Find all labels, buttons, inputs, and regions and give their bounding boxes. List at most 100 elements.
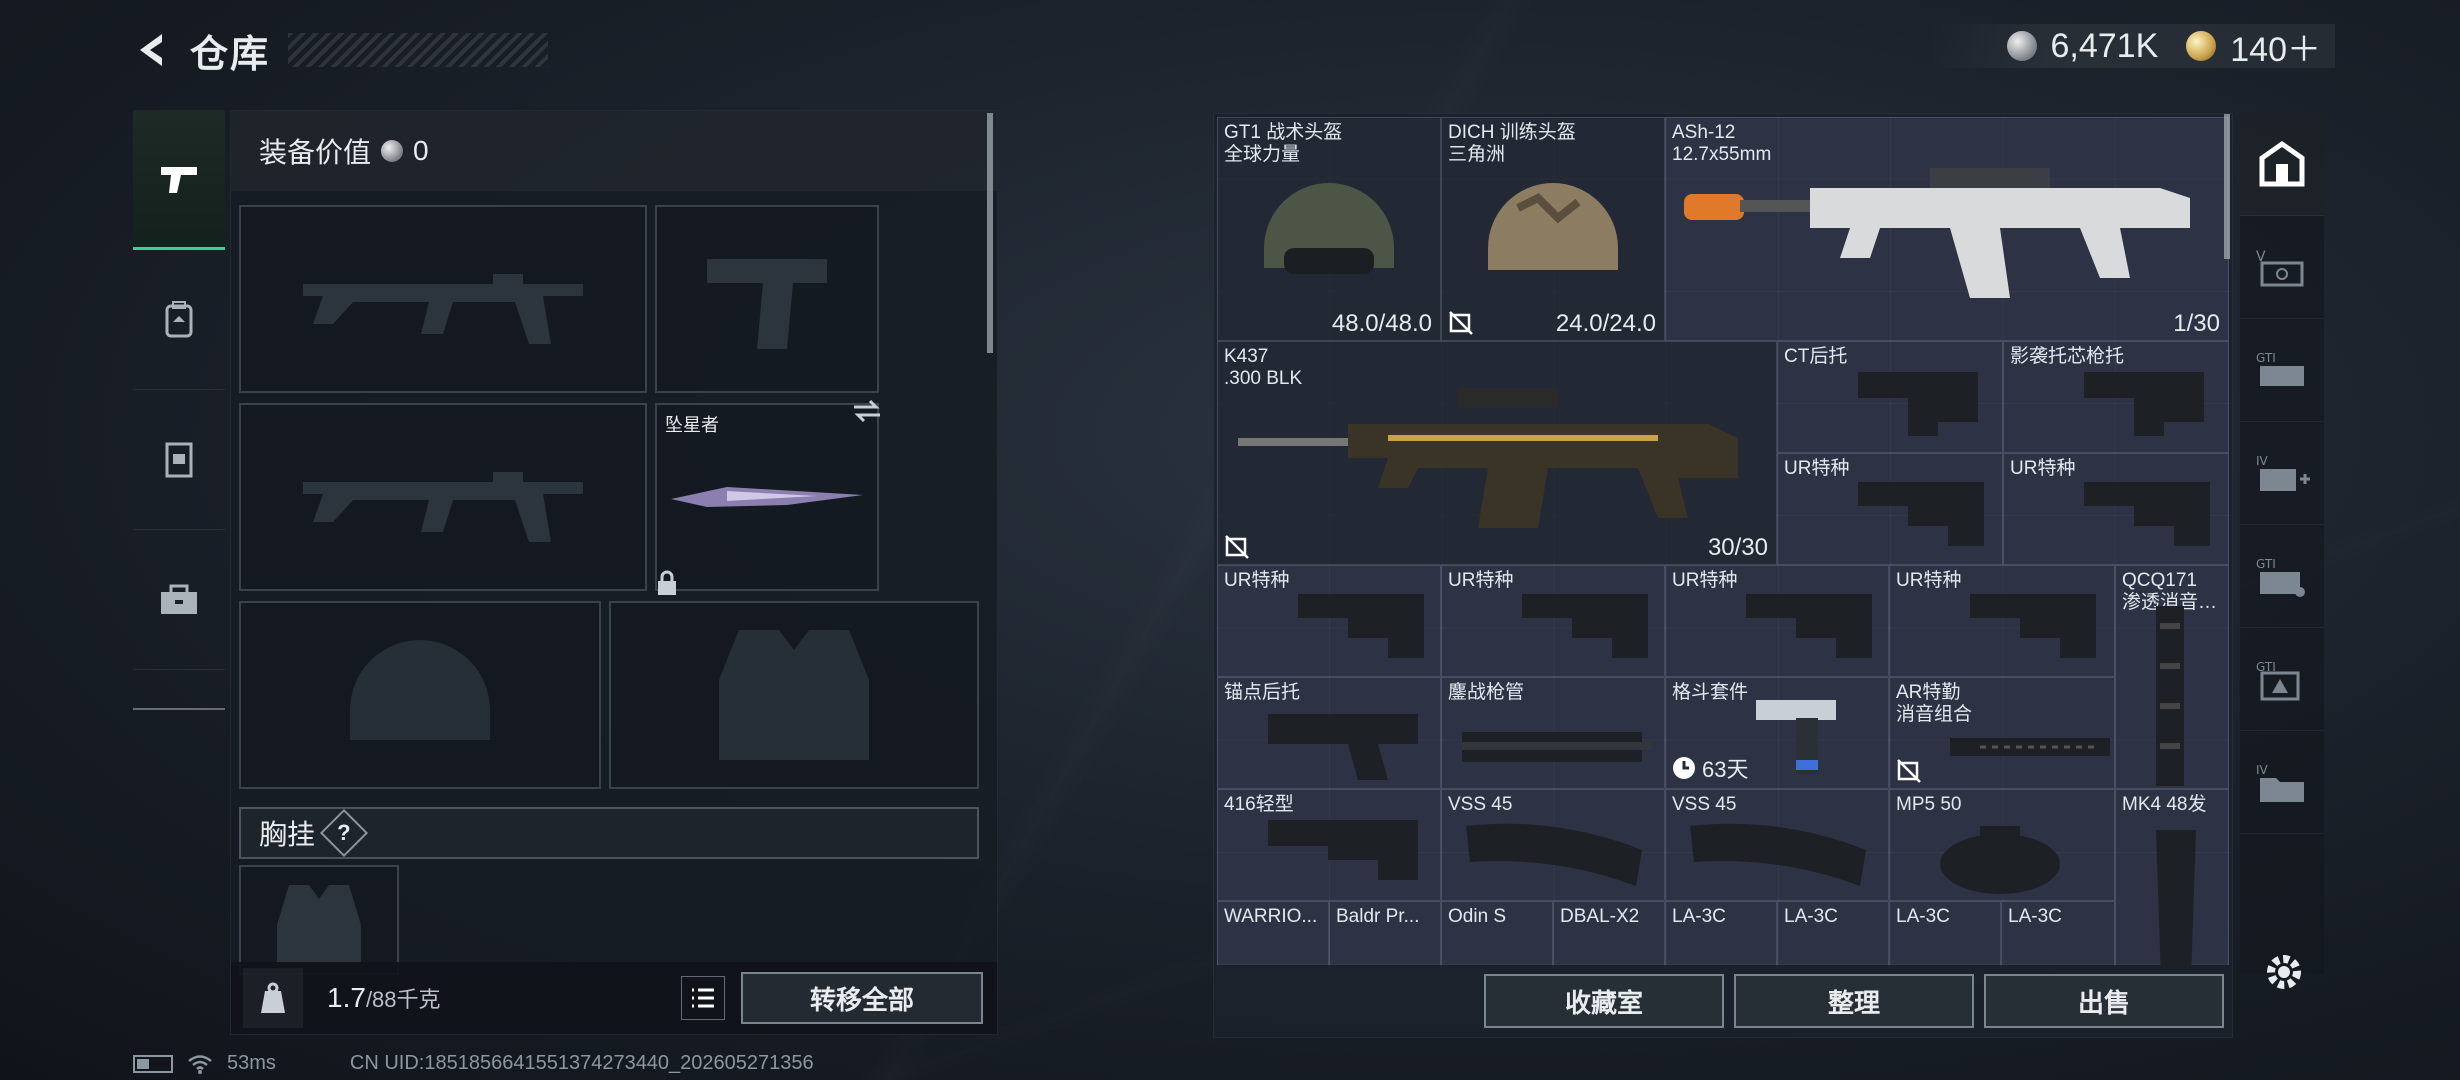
equipment-side-nav <box>133 110 225 710</box>
stock-art-icon <box>1268 714 1418 780</box>
magazine-art-icon <box>1690 823 1866 886</box>
stash-item-ur-stock[interactable]: UR特种 <box>1441 565 1665 677</box>
stash-item-ur-stock[interactable]: UR特种 <box>1777 453 2003 565</box>
weapons-tab[interactable] <box>133 110 225 250</box>
back-arrow-icon[interactable] <box>130 28 174 72</box>
stash-item-ur-stock[interactable]: UR特种 <box>1889 565 2115 677</box>
stash-item-vss-mag[interactable]: VSS 45 <box>1441 789 1665 901</box>
stash-item-416-light[interactable]: 416轻型 <box>1217 789 1441 901</box>
backpack-tab[interactable] <box>133 250 225 390</box>
stash-item-la-3c[interactable]: LA-3C <box>2001 901 2115 965</box>
sell-button[interactable]: 出售 <box>1984 974 2224 1028</box>
organize-button[interactable]: 整理 <box>1734 974 1974 1028</box>
grip-art-icon <box>1756 700 1836 774</box>
stash-home-tab[interactable] <box>2240 113 2324 216</box>
chest-rig-label: 胸挂 <box>259 819 316 850</box>
gold-amount[interactable]: 140＋ <box>2230 22 2321 71</box>
stash-item-la-3c[interactable]: LA-3C <box>1665 901 1777 965</box>
magazine-art-icon <box>1466 823 1642 886</box>
stash-item-ash12[interactable]: ASh-12 12.7x55mm 1/30 <box>1665 117 2229 341</box>
stash-item-la-3c[interactable]: LA-3C <box>1777 901 1889 965</box>
stash-item-ct-stock[interactable]: CT后托 <box>1777 341 2003 453</box>
chest-rig-slot[interactable] <box>239 865 399 975</box>
stash-item-anchor-stock[interactable]: 锚点后托 <box>1217 677 1441 789</box>
rifle-art-icon <box>1684 168 2190 298</box>
battery-icon <box>133 1054 173 1073</box>
stock-art-icon <box>1746 594 1872 658</box>
stash-grid: GT1 战术头盔 全球力量 48.0/48.0 DICH 训练头盔 三角洲 24.0… <box>1217 117 2229 965</box>
header: 仓库 <box>130 22 549 78</box>
stash-item-dbal-x2[interactable]: DBAL-X2 <box>1553 901 1665 965</box>
stock-art-icon <box>1522 594 1648 658</box>
gt1-armor-icon: GTI <box>2256 660 2300 701</box>
stash-category-tabs: V GTI IV GTI GTI IV <box>2240 113 2324 973</box>
chest-rig-silhouette-icon <box>277 885 361 965</box>
rifle-art-icon <box>1238 388 1738 528</box>
stash-item-vss-mag[interactable]: VSS 45 <box>1665 789 1889 901</box>
status-bar: 53ms CN UID:1851856641551374273440_20260… <box>133 1052 814 1075</box>
stock-art-icon <box>1268 820 1418 880</box>
stash-item-dich-helmet[interactable]: DICH 训练头盔 三角洲 24.0/24.0 <box>1441 117 1665 341</box>
rifle-silhouette-icon <box>303 472 583 542</box>
stash-item-melee-kit[interactable]: 格斗套件 63天 <box>1665 677 1889 789</box>
helmet-slot[interactable] <box>239 601 601 789</box>
svg-text:GTI: GTI <box>2256 351 2276 365</box>
stash-item-la-3c[interactable]: LA-3C <box>1889 901 2001 965</box>
knife-icon <box>671 487 863 507</box>
stash-item-mk4-mag[interactable]: MK4 48发 <box>2115 789 2229 965</box>
stash-item-warrior[interactable]: WARRIO... <box>1217 901 1329 965</box>
stock-art-icon <box>1858 372 1978 436</box>
helmet-art-icon <box>1264 183 1394 274</box>
vest-silhouette-icon <box>719 630 869 760</box>
barrel-art-icon <box>1462 732 1652 762</box>
page-title: 仓库 <box>190 33 271 76</box>
settings-gear-icon[interactable] <box>2262 950 2306 999</box>
primary-weapon-slot[interactable] <box>239 205 647 393</box>
iv-folder-tab[interactable]: IV <box>2240 731 2324 834</box>
stash-item-ur-stock[interactable]: UR特种 <box>1665 565 1889 677</box>
no-trade-icon <box>1896 758 1922 784</box>
secondary-weapon-slot[interactable] <box>239 403 647 591</box>
stash-item-gt1-helmet[interactable]: GT1 战术头盔 全球力量 48.0/48.0 <box>1217 117 1441 341</box>
iv-medical-tab[interactable]: IV <box>2240 422 2324 525</box>
stash-item-mp5-drum[interactable]: MP5 50 <box>1889 789 2115 901</box>
equipment-footer: 1.7/88千克 转移全部 <box>231 962 997 1034</box>
stash-item-qcq171[interactable]: QCQ171 渗透消音… <box>2115 565 2229 789</box>
stash-item-baldr[interactable]: Baldr Pr... <box>1329 901 1441 965</box>
stash-item-ar-suppressor[interactable]: AR特勤 消音组合 <box>1889 677 2115 789</box>
equipment-value: 0 <box>413 135 429 166</box>
v-storage-tab[interactable]: V <box>2240 216 2324 319</box>
stash-item-odin-s[interactable]: Odin S <box>1441 901 1553 965</box>
stash-item-barrel[interactable]: 鏖战枪管 <box>1441 677 1665 789</box>
gt1-case-tab[interactable]: GTI <box>2240 525 2324 628</box>
collection-room-button[interactable]: 收藏室 <box>1484 974 1724 1028</box>
stash-item-ur-stock[interactable]: UR特种 <box>1217 565 1441 677</box>
stash-scrollbar[interactable] <box>2224 114 2230 259</box>
melee-slot[interactable]: 坠星者 <box>655 399 880 595</box>
stash-panel: GT1 战术头盔 全球力量 48.0/48.0 DICH 训练头盔 三角洲 24.0… <box>1213 113 2233 1038</box>
sidearm-slot[interactable] <box>655 205 879 393</box>
body-armor-slot[interactable] <box>609 601 979 789</box>
equipment-scrollbar[interactable] <box>987 113 993 353</box>
transfer-all-button[interactable]: 转移全部 <box>741 972 983 1024</box>
help-icon[interactable]: ? <box>319 808 369 858</box>
armor-tab[interactable] <box>133 390 225 530</box>
pistol-silhouette-icon <box>707 259 827 349</box>
svg-text:IV: IV <box>2256 763 2269 777</box>
stash-item-shadow-stock[interactable]: 影袭托芯枪托 <box>2003 341 2229 453</box>
no-trade-icon <box>1448 310 1474 336</box>
svg-text:GTI: GTI <box>2256 557 2276 571</box>
rifle-silhouette-icon <box>303 274 583 344</box>
stash-item-k437[interactable]: K437.300 BLK 30/30 <box>1217 341 1777 565</box>
list-view-button[interactable] <box>681 976 725 1020</box>
gt1-armor-tab[interactable]: GTI <box>2240 628 2324 731</box>
no-trade-icon <box>1224 534 1250 560</box>
iv-folder-icon: IV <box>2256 763 2304 802</box>
silver-amount: 6,471K <box>2050 26 2159 65</box>
stash-item-ur-stock[interactable]: UR特种 <box>2003 453 2229 565</box>
stash-home-icon <box>2259 140 2305 187</box>
svg-text:IV: IV <box>2256 454 2269 468</box>
gt1-storage-tab[interactable]: GTI <box>2240 319 2324 422</box>
gold-coin-icon <box>2186 31 2217 61</box>
toolbox-tab[interactable] <box>133 530 225 670</box>
